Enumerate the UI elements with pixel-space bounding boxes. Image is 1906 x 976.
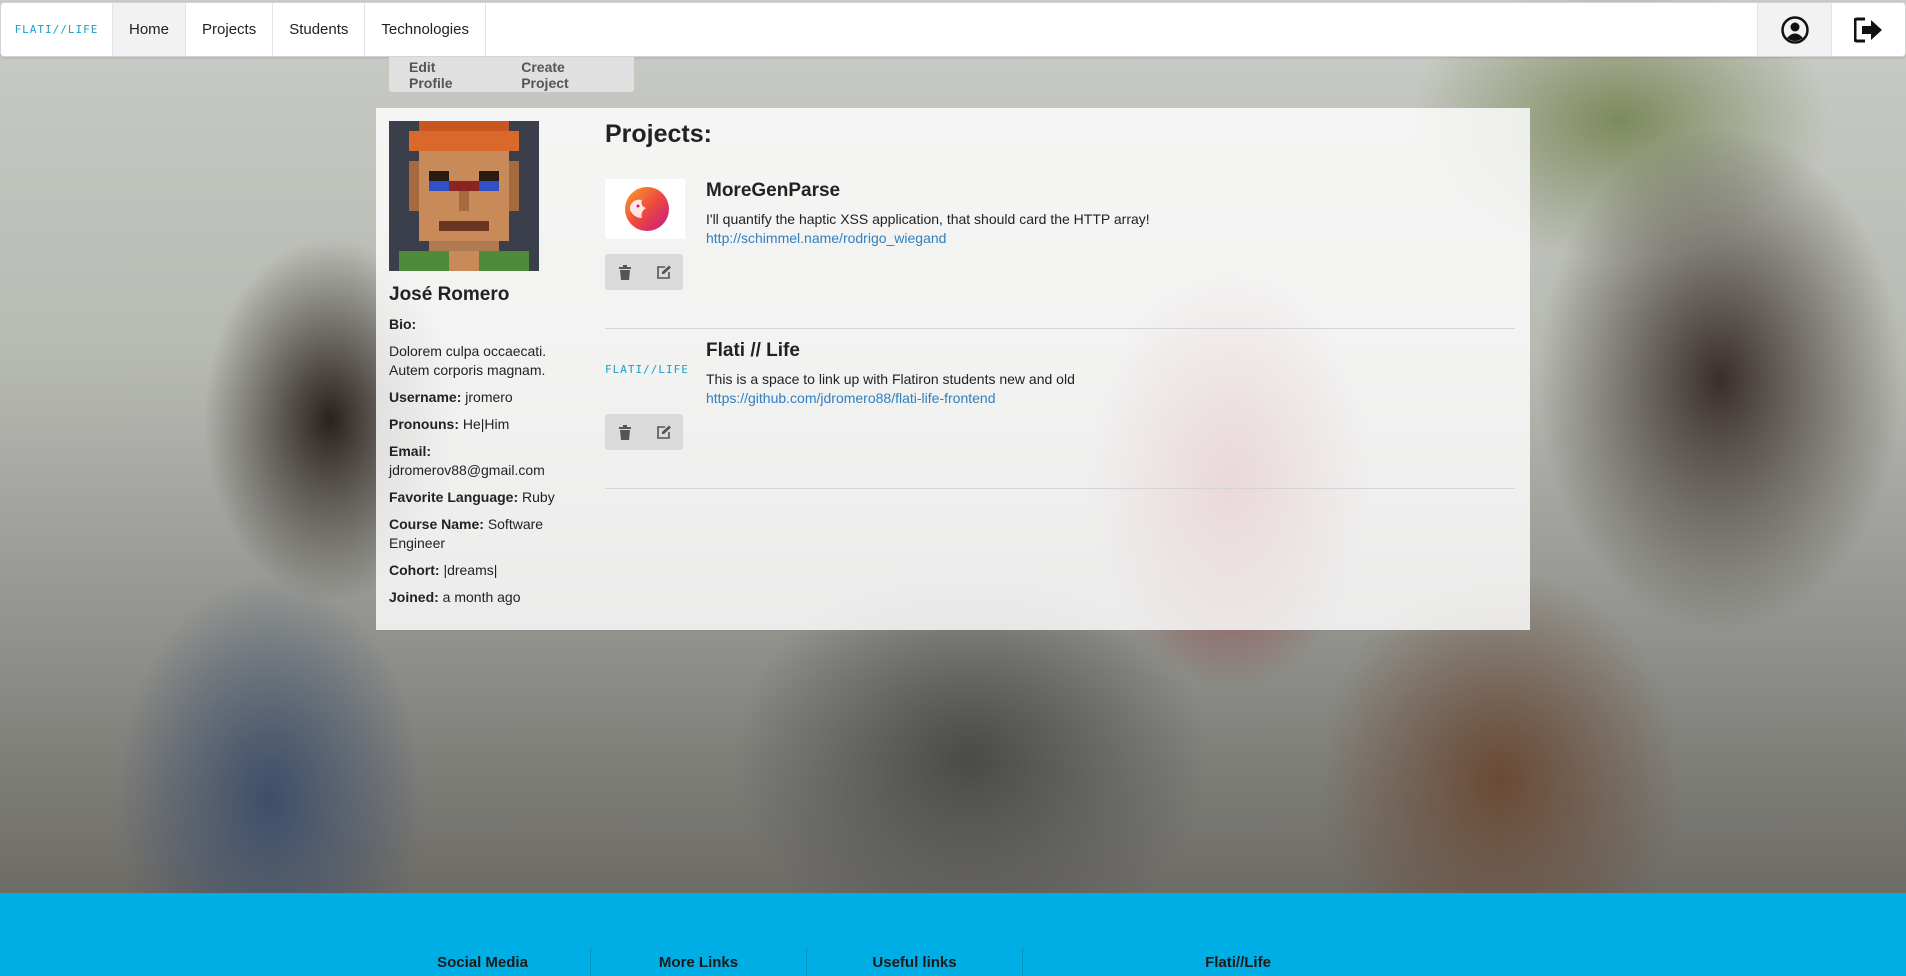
nav-projects[interactable]: Projects — [186, 3, 274, 56]
trash-icon — [618, 264, 631, 280]
profile-name: José Romero — [389, 284, 510, 305]
nav-technologies[interactable]: Technologies — [365, 3, 486, 56]
profile-panel: José Romero Bio: Dolorem culpa occaecati… — [376, 108, 1530, 630]
trash-icon — [618, 424, 631, 440]
avatar — [389, 121, 539, 271]
footer-more-links: More Links — [591, 948, 807, 976]
project-link[interactable]: http://schimmel.name/rodrigo_wiegand — [706, 229, 946, 248]
project-thumbnail[interactable] — [605, 179, 685, 239]
edit-profile-button[interactable]: Edit Profile — [389, 59, 501, 91]
edit-project-button[interactable] — [644, 254, 683, 290]
project-thumbnail[interactable]: FLATI//LIFE — [605, 339, 688, 399]
avatar-pixel-face-icon — [389, 121, 539, 271]
email-field: Email: jdromerov88@gmail.com — [389, 443, 545, 478]
profile-submenu: Edit Profile Create Project — [389, 57, 634, 92]
projects-list: Projects: MoreGenParse I'll quantify the… — [605, 118, 1515, 489]
project-link[interactable]: https://github.com/jdromero88/flati-life… — [706, 389, 995, 408]
user-circle-icon — [1780, 15, 1809, 44]
nav-students[interactable]: Students — [273, 3, 366, 56]
profile-card: José Romero Bio: Dolorem culpa occaecati… — [389, 121, 559, 615]
create-project-button[interactable]: Create Project — [501, 59, 634, 91]
bio-text: Dolorem culpa occaecati. Autem corporis … — [389, 343, 547, 378]
edit-icon — [656, 425, 671, 439]
project-item: MoreGenParse I'll quantify the haptic XS… — [605, 169, 1515, 329]
footer-useful-links: Useful links — [807, 948, 1023, 976]
site-logo[interactable]: FLATI//LIFE — [1, 3, 113, 56]
project-logo-text: FLATI//LIFE — [605, 362, 689, 376]
profile-button[interactable] — [1757, 3, 1831, 56]
project-name[interactable]: Flati // Life — [706, 339, 800, 363]
delete-project-button[interactable] — [605, 414, 644, 450]
bio-label: Bio: — [389, 316, 417, 332]
site-logo-text: FLATI//LIFE — [14, 23, 99, 36]
footer: Social Media More Links Useful links Fla… — [0, 893, 1906, 976]
nav-home[interactable]: Home — [113, 3, 187, 56]
footer-social-media: Social Media — [375, 948, 591, 976]
project-actions — [605, 414, 683, 450]
project-item: FLATI//LIFE Flati // Life This is a spac… — [605, 329, 1515, 489]
project-name[interactable]: MoreGenParse — [706, 179, 840, 203]
course-field: Course Name: Software Engineer — [389, 516, 544, 551]
sign-out-icon — [1853, 17, 1882, 42]
edit-icon — [656, 265, 671, 279]
projects-title: Projects: — [605, 120, 712, 148]
delete-project-button[interactable] — [605, 254, 644, 290]
project-description: This is a space to link up with Flatiron… — [706, 371, 1075, 387]
lion-logo-icon — [625, 187, 669, 231]
footer-columns: Social Media More Links Useful links Fla… — [375, 948, 1453, 976]
top-navbar: FLATI//LIFE Home Projects Students Techn… — [0, 2, 1906, 57]
logout-button[interactable] — [1831, 3, 1905, 56]
username-field: Username: jromero — [389, 389, 513, 405]
project-actions — [605, 254, 683, 290]
language-field: Favorite Language: Ruby — [389, 489, 555, 505]
project-description: I'll quantify the haptic XSS application… — [706, 211, 1150, 227]
edit-project-button[interactable] — [644, 414, 683, 450]
joined-field: Joined: a month ago — [389, 589, 521, 605]
cohort-field: Cohort: |dreams| — [389, 562, 498, 578]
pronouns-field: Pronouns: He|Him — [389, 416, 510, 432]
footer-brand: Flati//Life — [1205, 954, 1271, 971]
